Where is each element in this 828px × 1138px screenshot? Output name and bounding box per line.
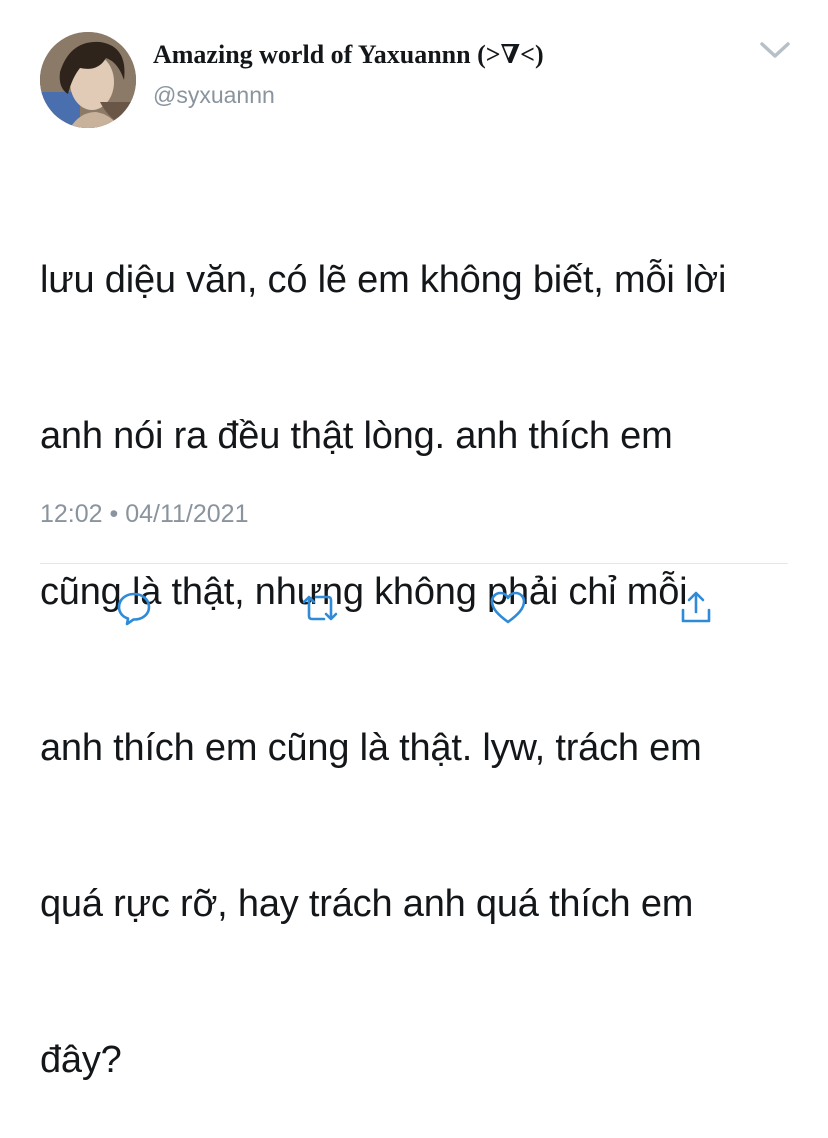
tweet-text-line: đây? xyxy=(40,1039,122,1081)
reply-button[interactable] xyxy=(114,588,154,628)
display-name[interactable]: Amazing world of Yaxuannn (>∇<) xyxy=(153,38,544,72)
action-bar xyxy=(0,588,828,628)
avatar-photo xyxy=(40,32,136,128)
tweet-text-line: anh nói ra đều thật lòng. anh thích em xyxy=(40,415,673,457)
timestamp[interactable]: 12:02 • 04/11/2021 xyxy=(40,498,248,530)
tweet-text-line: lưu diệu văn, có lẽ em không biết, mỗi l… xyxy=(40,259,727,301)
tweet-text: lưu diệu văn, có lẽ em không biết, mỗi l… xyxy=(40,150,800,1138)
retweet-button[interactable] xyxy=(300,588,340,628)
share-icon xyxy=(681,591,711,623)
user-handle[interactable]: @syxuannn xyxy=(153,81,275,109)
reply-icon xyxy=(117,592,151,626)
tweet-text-line: anh thích em cũng là thật. lyw, trách em xyxy=(40,727,702,769)
avatar[interactable] xyxy=(40,32,136,128)
like-button[interactable] xyxy=(488,588,528,628)
retweet-icon xyxy=(302,595,338,621)
heart-icon xyxy=(490,591,526,624)
divider xyxy=(40,563,788,564)
chevron-down-icon[interactable] xyxy=(758,36,792,62)
tweet-text-line: quá rực rỡ, hay trách anh quá thích em xyxy=(40,883,694,925)
share-button[interactable] xyxy=(676,588,716,628)
